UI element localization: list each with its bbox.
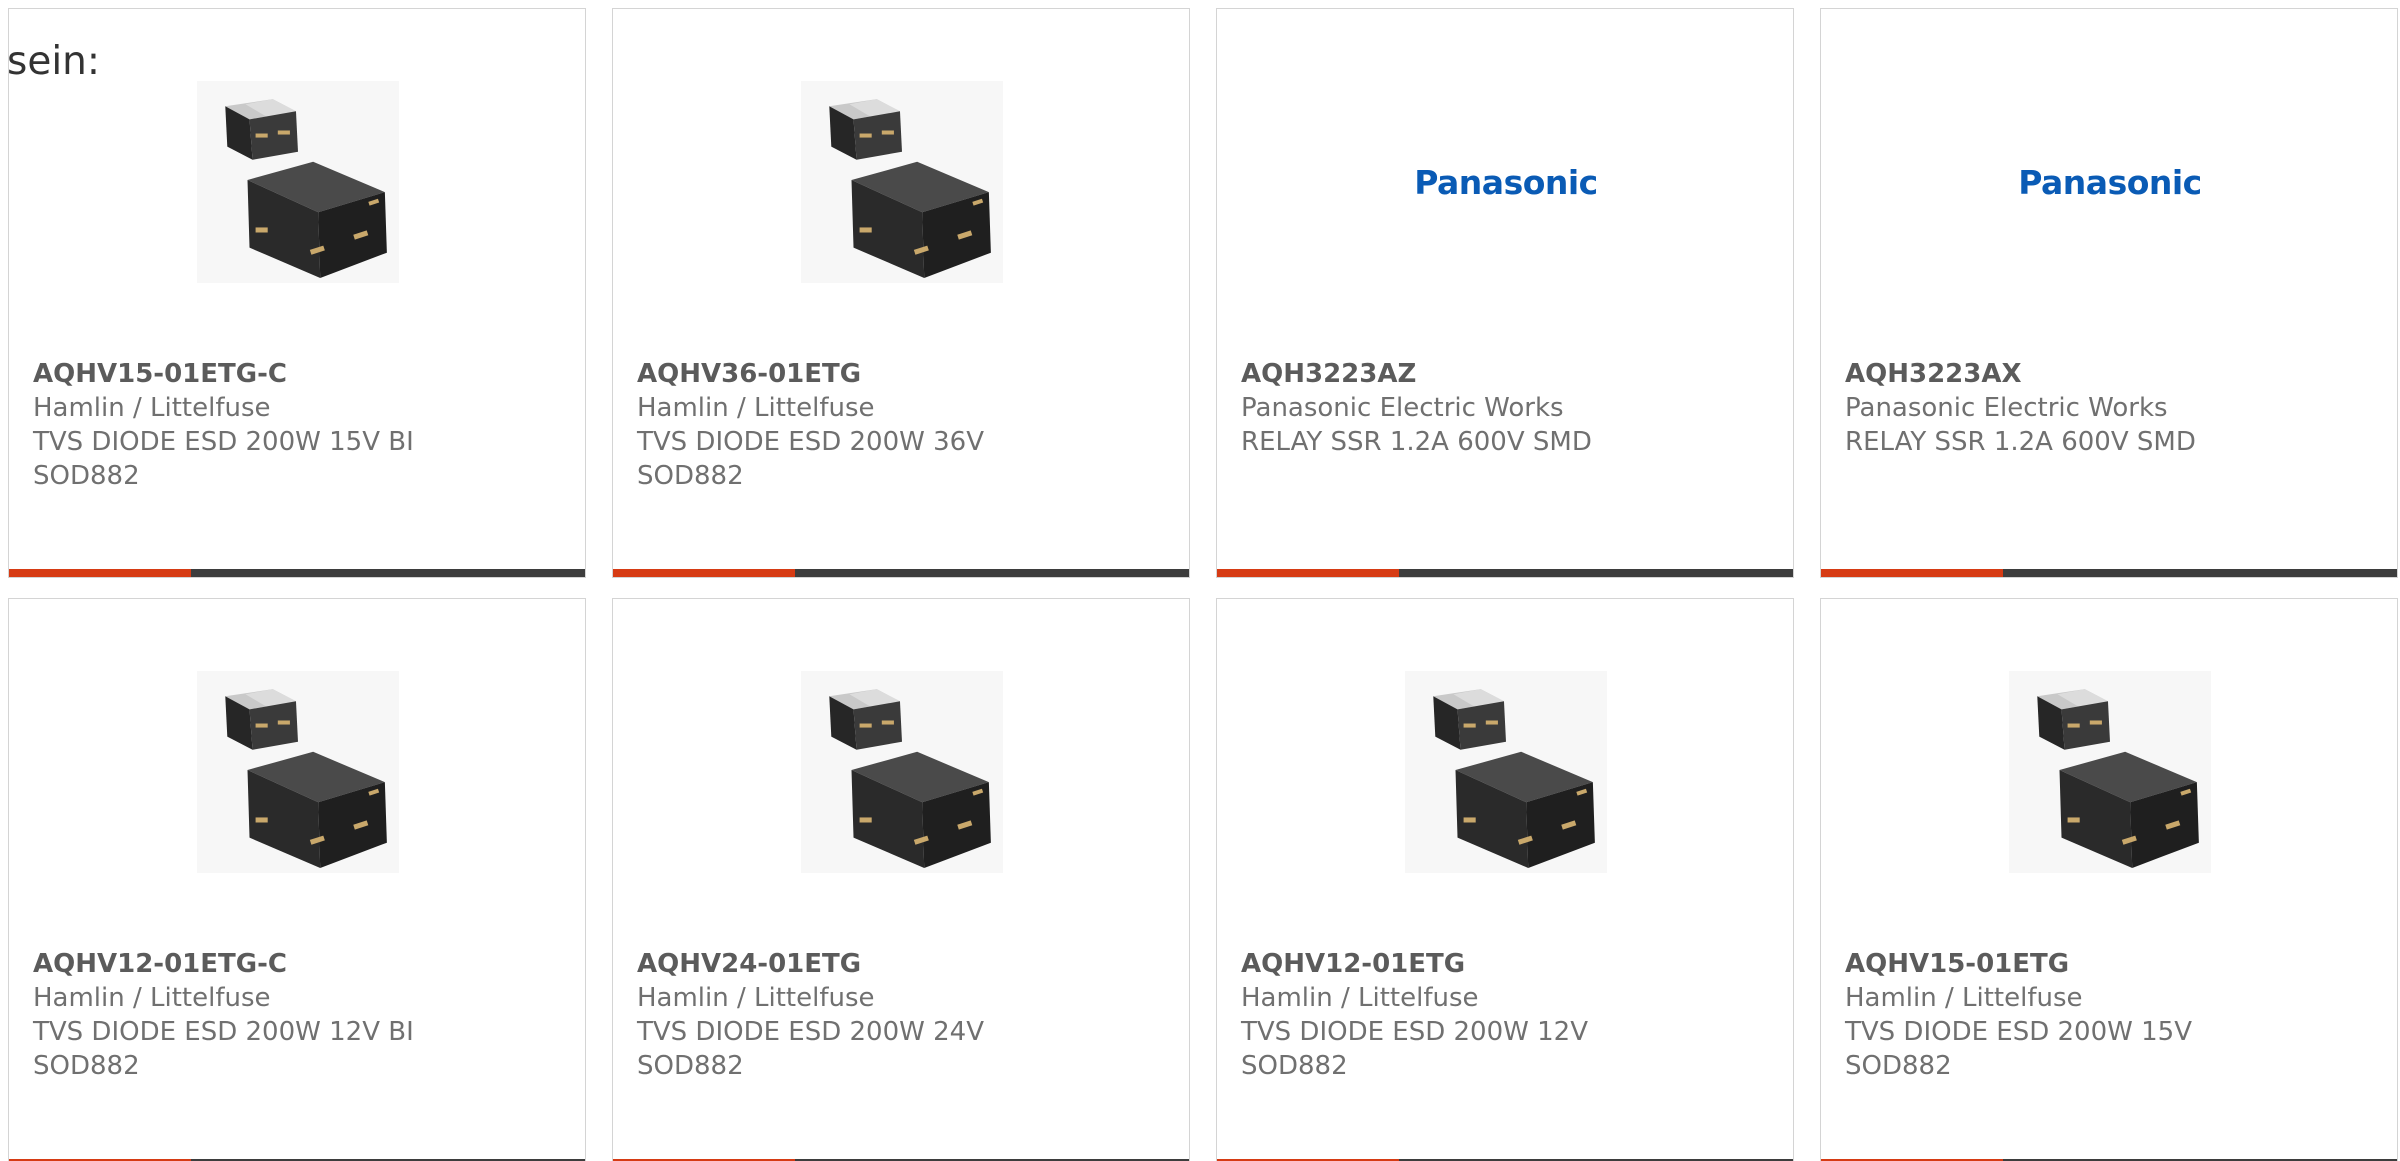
description-line: SOD882: [33, 1051, 140, 1081]
package-icon: [801, 81, 1003, 283]
card-accent-bar: [1217, 569, 1399, 577]
package-icon: [801, 671, 1003, 873]
manufacturer: Hamlin / Littelfuse: [33, 983, 271, 1013]
product-card[interactable]: AQHV15-01ETG-C Hamlin / Littelfuse TVS D…: [8, 8, 586, 578]
manufacturer: Panasonic Electric Works: [1241, 393, 1564, 423]
card-accent-bar: [9, 569, 191, 577]
part-number[interactable]: AQHV24-01ETG: [637, 947, 1169, 981]
part-number[interactable]: AQHV36-01ETG: [637, 357, 1169, 391]
product-card[interactable]: Panasonic AQH3223AZ Panasonic Electric W…: [1216, 8, 1794, 578]
panasonic-logo-text: Panasonic: [2018, 162, 2202, 202]
description-line: TVS DIODE ESD 200W 15V: [1845, 1017, 2192, 1047]
description-line: RELAY SSR 1.2A 600V SMD: [1241, 427, 1592, 457]
product-card[interactable]: Panasonic AQH3223AX Panasonic Electric W…: [1820, 8, 2398, 578]
description-line: SOD882: [1241, 1051, 1348, 1081]
product-card[interactable]: AQHV15-01ETG Hamlin / Littelfuse TVS DIO…: [1820, 598, 2398, 1161]
part-number[interactable]: AQH3223AZ: [1241, 357, 1773, 391]
sod882-package-image: [801, 81, 1003, 283]
card-footer-bar: [1217, 569, 1793, 577]
package-icon: [1405, 671, 1607, 873]
product-grid: sein: AQHV15-01ETG-C Hamlin / Littelfuse…: [0, 0, 2400, 1161]
description-line: TVS DIODE ESD 200W 36V: [637, 427, 984, 457]
description-line: SOD882: [637, 461, 744, 491]
card-footer-bar: [613, 569, 1189, 577]
sod882-package-image: [197, 671, 399, 873]
product-card[interactable]: AQHV12-01ETG Hamlin / Littelfuse TVS DIO…: [1216, 598, 1794, 1161]
panasonic-logo-text: Panasonic: [1414, 162, 1598, 202]
description-line: TVS DIODE ESD 200W 15V BI: [33, 427, 414, 457]
card-footer-bar: [1821, 569, 2397, 577]
description-line: TVS DIODE ESD 200W 12V BI: [33, 1017, 414, 1047]
manufacturer: Hamlin / Littelfuse: [33, 393, 271, 423]
card-accent-bar: [1821, 569, 2003, 577]
manufacturer: Hamlin / Littelfuse: [1241, 983, 1479, 1013]
description-line: SOD882: [637, 1051, 744, 1081]
part-number[interactable]: AQHV12-01ETG: [1241, 947, 1773, 981]
intro-text: sein:: [7, 39, 101, 84]
part-number[interactable]: AQHV15-01ETG-C: [33, 357, 565, 391]
package-icon: [2009, 671, 2211, 873]
part-number[interactable]: AQH3223AX: [1845, 357, 2377, 391]
sod882-package-image: [801, 671, 1003, 873]
manufacturer: Hamlin / Littelfuse: [637, 393, 875, 423]
manufacturer: Hamlin / Littelfuse: [637, 983, 875, 1013]
manufacturer: Hamlin / Littelfuse: [1845, 983, 2083, 1013]
sod882-package-image: [2009, 671, 2211, 873]
package-icon: [197, 81, 399, 283]
sod882-package-image: [1405, 671, 1607, 873]
product-card[interactable]: AQHV24-01ETG Hamlin / Littelfuse TVS DIO…: [612, 598, 1190, 1161]
card-footer-bar: [9, 569, 585, 577]
part-number[interactable]: AQHV12-01ETG-C: [33, 947, 565, 981]
description-line: SOD882: [1845, 1051, 1952, 1081]
manufacturer: Panasonic Electric Works: [1845, 393, 2168, 423]
product-card[interactable]: AQHV36-01ETG Hamlin / Littelfuse TVS DIO…: [612, 8, 1190, 578]
description-line: TVS DIODE ESD 200W 24V: [637, 1017, 984, 1047]
description-line: SOD882: [33, 461, 140, 491]
description-line: RELAY SSR 1.2A 600V SMD: [1845, 427, 2196, 457]
panasonic-logo: Panasonic: [2009, 81, 2211, 283]
product-card[interactable]: AQHV12-01ETG-C Hamlin / Littelfuse TVS D…: [8, 598, 586, 1161]
sod882-package-image: [197, 81, 399, 283]
description-line: TVS DIODE ESD 200W 12V: [1241, 1017, 1588, 1047]
card-accent-bar: [613, 569, 795, 577]
part-number[interactable]: AQHV15-01ETG: [1845, 947, 2377, 981]
package-icon: [197, 671, 399, 873]
panasonic-logo: Panasonic: [1405, 81, 1607, 283]
